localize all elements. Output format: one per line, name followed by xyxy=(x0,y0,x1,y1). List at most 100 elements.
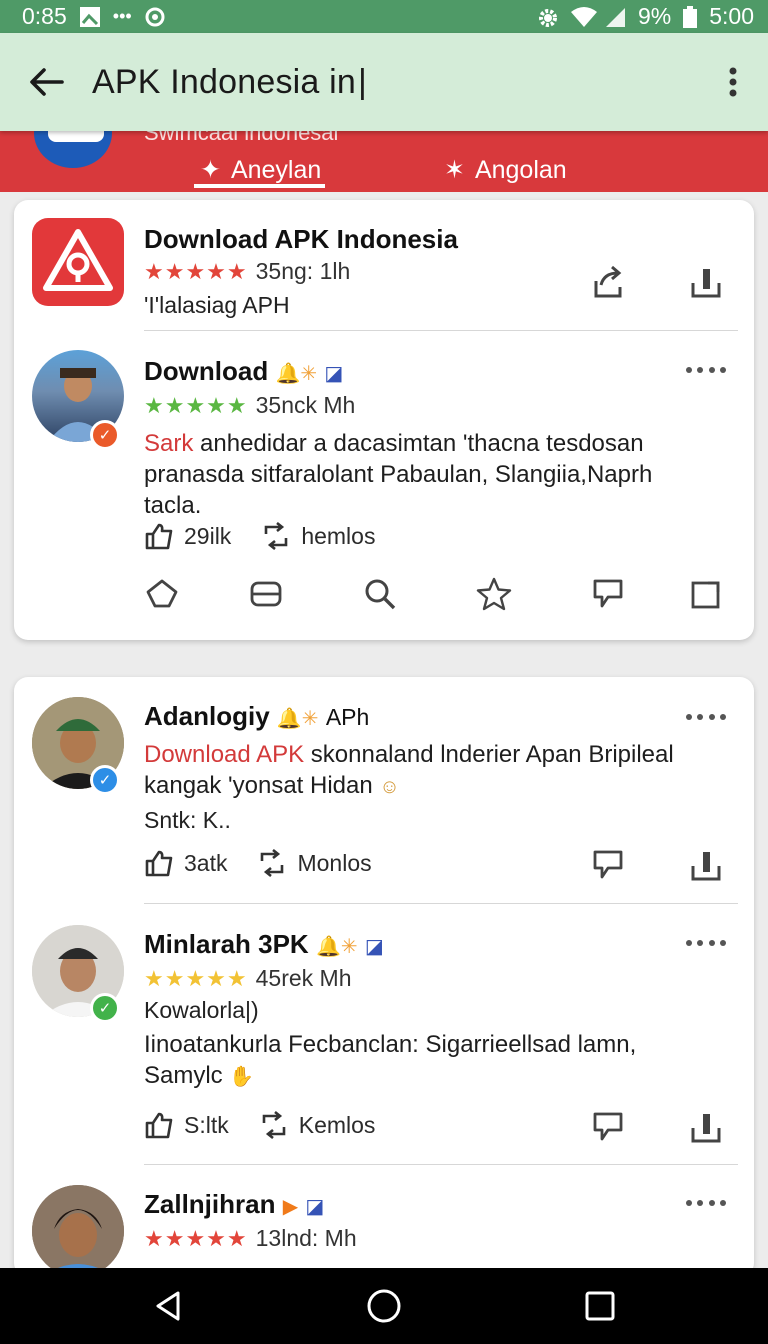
post-body: Sark anhedidar a dacasimtan 'thacna tesd… xyxy=(144,428,714,521)
author-tag: APh xyxy=(325,704,370,730)
square-recents-icon xyxy=(585,1291,615,1321)
post-highlight: Sark xyxy=(144,430,194,457)
sparkle-emoji-icon: 🔔✳ xyxy=(275,363,318,385)
app-title[interactable]: Download APK Indonesia xyxy=(144,224,458,255)
sparkle-icon: ✦ xyxy=(200,156,221,184)
post-text: anhedidar a dacasimtan 'thacna tesdosan … xyxy=(144,430,653,519)
flag-emoji-icon: ◪ xyxy=(364,936,384,958)
feed-card: Download APK Indonesia ★★★★★ 35ng: 1lh '… xyxy=(14,200,754,640)
download-button[interactable] xyxy=(686,845,726,885)
face-emoji-icon: ☺ xyxy=(379,776,400,798)
thumbs-up-icon xyxy=(146,579,178,608)
comment-icon xyxy=(593,850,623,879)
nav-home-button[interactable] xyxy=(349,1276,419,1336)
inbox-icon xyxy=(250,581,282,607)
circle-home-icon xyxy=(367,1289,401,1323)
post-author[interactable]: Zallnjihran ▶ ◪ xyxy=(144,1189,324,1220)
share-button[interactable] xyxy=(588,262,628,302)
avatar[interactable] xyxy=(32,1185,124,1277)
post-more-button[interactable] xyxy=(684,707,728,727)
action-comment-button[interactable] xyxy=(588,574,628,614)
sparkle-emoji-icon: 🔔✳ xyxy=(276,708,319,730)
repost-icon xyxy=(261,849,284,877)
post-more-button[interactable] xyxy=(684,360,728,380)
more-notifications-icon: ••• xyxy=(112,6,132,26)
back-button[interactable] xyxy=(0,33,92,131)
action-edit-button[interactable] xyxy=(686,574,726,614)
like-count: 29ilk xyxy=(184,522,232,549)
verified-badge: ✓ xyxy=(90,993,120,1023)
post-stats: S:ltk Kemlos xyxy=(144,1111,375,1139)
nav-recents-button[interactable] xyxy=(565,1276,635,1336)
app-icon[interactable] xyxy=(32,218,124,306)
comment-button[interactable] xyxy=(588,845,628,885)
star-icon xyxy=(476,577,512,611)
post-text: Iinoatankurla Fecbanclan: Sigarrieellsad… xyxy=(144,1031,637,1089)
download-button[interactable] xyxy=(686,262,726,302)
action-favorite-button[interactable] xyxy=(474,574,514,614)
star-rating: ★★★★★ xyxy=(144,392,248,418)
divider xyxy=(144,903,738,904)
divider xyxy=(144,1164,738,1165)
system-navigation-bar xyxy=(0,1268,768,1344)
download-button[interactable] xyxy=(686,1107,726,1147)
tab-aneylan[interactable]: ✦ Aneylan xyxy=(193,148,326,192)
repost-icon xyxy=(262,1111,286,1139)
post-handle: Kowalorla|) xyxy=(144,997,259,1023)
battery-percent: 9% xyxy=(637,3,672,29)
action-like-button[interactable] xyxy=(142,574,182,614)
like-icon xyxy=(145,523,173,550)
divider xyxy=(144,330,738,331)
feed-card: ✓ Adanlogiy 🔔✳ APh Download APK skonnala… xyxy=(14,677,754,1277)
post-rating: ★★★★★ 35nck Mh xyxy=(144,392,355,419)
post-body: Download APK skonnaland lnderier Apan Br… xyxy=(144,739,714,803)
battery-icon xyxy=(683,5,698,28)
post-author[interactable]: Minlarah 3PK 🔔✳ ◪ xyxy=(144,929,384,960)
rating-text: 35ng: 1lh xyxy=(255,258,351,284)
sparkle-emoji-icon: 🔔✳ xyxy=(315,936,358,958)
like-icon xyxy=(145,850,173,877)
sync-icon xyxy=(144,6,166,28)
action-inbox-button[interactable] xyxy=(246,574,286,614)
search-icon xyxy=(365,579,396,610)
app-subtitle: 'I'lalasiag APH xyxy=(144,292,290,318)
post-stats: 29ilk hemlos xyxy=(144,522,375,550)
triangle-back-icon xyxy=(156,1291,180,1321)
comment-icon xyxy=(593,579,623,608)
search-input[interactable]: APK Indonesia in xyxy=(92,63,698,102)
tab-label: Aneylan xyxy=(230,155,322,184)
like-count: 3atk xyxy=(184,849,228,876)
post-more-button[interactable] xyxy=(684,933,728,953)
rating-text: 35nck Mh xyxy=(255,392,356,418)
post-meta: Sntk: K.. xyxy=(144,807,231,833)
image-notification-icon xyxy=(79,6,101,28)
post-author[interactable]: Download 🔔✳ ◪ xyxy=(144,356,343,387)
post-more-button[interactable] xyxy=(684,1193,728,1213)
repost-icon xyxy=(265,522,288,550)
hand-emoji-icon: ✋ xyxy=(229,1066,255,1088)
download-icon xyxy=(691,1114,721,1143)
post-author[interactable]: Adanlogiy 🔔✳ APh xyxy=(144,701,369,732)
tab-label: Angolan xyxy=(474,155,567,184)
share-icon xyxy=(594,265,622,298)
vertical-dots-icon xyxy=(729,67,737,97)
rating-text: 13lnd: Mh xyxy=(255,1225,357,1251)
post-highlight: Download APK xyxy=(144,741,305,768)
star-rating: ★★★★★ xyxy=(144,258,248,284)
overflow-menu-button[interactable] xyxy=(698,33,768,131)
nav-back-button[interactable] xyxy=(133,1276,203,1336)
post-stats: 3atk Monlos xyxy=(144,849,372,877)
tab-angolan[interactable]: ✶ Angolan xyxy=(444,148,567,192)
download-icon xyxy=(691,269,721,298)
flag-emoji-icon: ◪ xyxy=(305,1196,325,1218)
post-body: Iinoatankurla Fecbanclan: Sigarrieellsad… xyxy=(144,1029,714,1093)
person-icon xyxy=(32,1185,124,1277)
signal-icon xyxy=(604,6,626,28)
verified-badge: ✓ xyxy=(90,765,120,795)
flag-emoji-icon: ◪ xyxy=(324,363,344,385)
like-icon xyxy=(145,1112,173,1139)
post-rating: ★★★★★ 13lnd: Mh xyxy=(144,1225,357,1252)
warning-download-icon xyxy=(43,229,113,291)
comment-button[interactable] xyxy=(588,1107,628,1147)
action-search-button[interactable] xyxy=(360,574,400,614)
